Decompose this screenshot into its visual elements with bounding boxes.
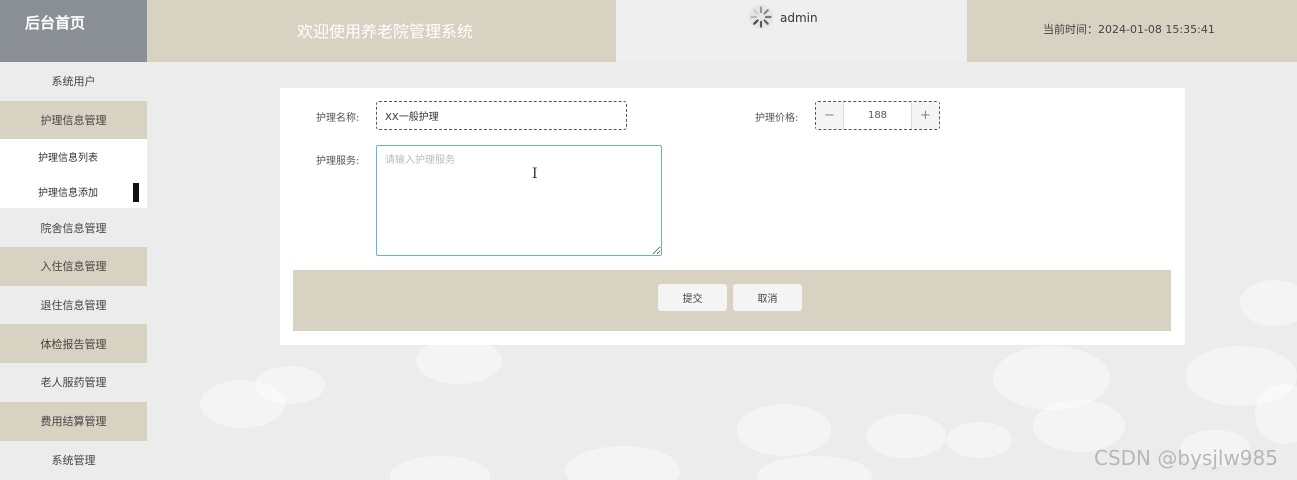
sidebar-subitem-nursing-list[interactable]: 护理信息列表: [0, 139, 147, 174]
sidebar-item-checkout-info[interactable]: 退住信息管理: [0, 285, 147, 325]
background-bubble: [565, 446, 680, 480]
nursing-price-label: 护理价格:: [755, 113, 799, 124]
sidebar-item-health-report[interactable]: 体检报告管理: [0, 324, 147, 364]
increment-button[interactable]: +: [911, 102, 939, 129]
cancel-button[interactable]: 取消: [733, 284, 802, 311]
sidebar-item-checkin-info[interactable]: 入住信息管理: [0, 247, 147, 286]
nursing-name-input[interactable]: [376, 101, 627, 130]
home-logo[interactable]: 后台首页: [0, 0, 147, 62]
sidebar-subitem-label: 护理信息列表: [38, 153, 98, 165]
background-bubble: [1033, 400, 1125, 452]
nursing-name-label: 护理名称:: [316, 113, 360, 124]
current-time: 当前时间：2024-01-08 15:35:41: [967, 0, 1297, 62]
background-bubble: [1240, 280, 1297, 326]
sidebar-subitem-label: 护理信息添加: [38, 187, 98, 199]
sidebar: 系统用户 护理信息管理 护理信息列表 护理信息添加 院舍信息管理 入住信息管理 …: [0, 62, 147, 480]
sidebar-item-billing[interactable]: 费用结算管理: [0, 401, 147, 441]
sidebar-item-nursing-info[interactable]: 护理信息管理: [0, 100, 147, 140]
text-cursor-icon: I: [532, 166, 538, 182]
price-stepper[interactable]: − 188 +: [815, 101, 940, 130]
sidebar-item-system-users[interactable]: 系统用户: [0, 62, 147, 101]
background-bubble: [757, 456, 872, 480]
active-indicator: [133, 182, 139, 202]
background-bubble: [946, 422, 1012, 458]
watermark: CSDN @bysjlw985: [1094, 446, 1278, 470]
sidebar-subitem-nursing-add[interactable]: 护理信息添加: [0, 173, 147, 209]
system-title: 欢迎使用养老院管理系统: [147, 0, 616, 62]
sidebar-item-facility-info[interactable]: 院舍信息管理: [0, 208, 147, 248]
background-bubble: [737, 404, 831, 456]
price-value[interactable]: 188: [844, 102, 911, 129]
nursing-form-card: 护理名称: 护理价格: − 188 + 护理服务: I 提交 取消: [280, 88, 1185, 345]
avatar-icon: [748, 4, 774, 30]
background-bubble: [255, 366, 325, 404]
sidebar-item-system-management[interactable]: 系统管理: [0, 440, 147, 480]
background-bubble: [866, 414, 946, 458]
user-panel[interactable]: admin: [616, 0, 967, 62]
sidebar-item-medication[interactable]: 老人服药管理: [0, 363, 147, 402]
nursing-service-label: 护理服务:: [316, 156, 360, 167]
nursing-service-textarea[interactable]: [376, 145, 662, 256]
background-bubble: [390, 456, 490, 480]
form-action-bar: 提交 取消: [293, 270, 1171, 331]
username[interactable]: admin: [780, 11, 818, 25]
decrement-button[interactable]: −: [816, 102, 844, 129]
submit-button[interactable]: 提交: [658, 284, 727, 311]
